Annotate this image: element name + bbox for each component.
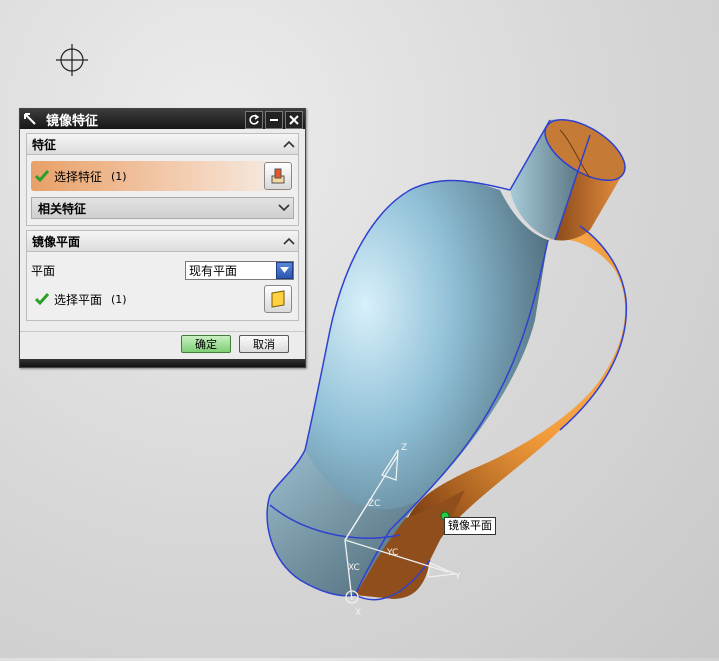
related-features-header[interactable]: 相关特征 xyxy=(31,197,294,219)
minimize-button[interactable] xyxy=(265,111,283,129)
axis-label-yc: YC xyxy=(386,548,398,558)
check-icon xyxy=(35,293,49,306)
plane-icon xyxy=(271,290,285,308)
mirror-feature-dialog: 镜像特征 特征 选择特征 (1) 相关特征 镜像平面 平面 现有平面 选择平面 … xyxy=(19,108,306,368)
plane-label: 平面 xyxy=(31,263,56,278)
axis-label-z: Z xyxy=(401,443,407,453)
select-plane-row[interactable]: 选择平面 (1) xyxy=(31,284,294,314)
feature-selection-icon xyxy=(271,168,285,184)
chevron-up-icon[interactable] xyxy=(280,135,298,153)
dialog-button-bar: 确定 取消 xyxy=(20,331,305,356)
feature-section-title: 特征 xyxy=(32,137,57,152)
plane-type-value: 现有平面 xyxy=(189,263,238,278)
ok-button[interactable]: 确定 xyxy=(181,335,231,353)
mirror-plane-tooltip: 镜像平面 xyxy=(444,517,496,535)
select-plane-count: (1) xyxy=(111,292,127,306)
axis-label-y: Y xyxy=(454,572,461,582)
select-feature-row[interactable]: 选择特征 (1) xyxy=(31,161,294,191)
close-icon xyxy=(289,115,299,125)
select-feature-button[interactable] xyxy=(264,162,292,190)
minimize-icon xyxy=(270,119,278,121)
close-button[interactable] xyxy=(285,111,303,129)
feature-section-body: 选择特征 (1) 相关特征 xyxy=(26,155,299,226)
axis-label-x: X xyxy=(355,608,361,618)
feature-section-header[interactable]: 特征 xyxy=(26,133,299,155)
chevron-up-icon[interactable] xyxy=(280,232,298,250)
reset-icon xyxy=(249,114,260,125)
mirror-plane-section-title: 镜像平面 xyxy=(32,234,81,249)
dialog-footer xyxy=(20,359,305,367)
plane-type-select[interactable]: 现有平面 xyxy=(185,260,294,280)
mirror-plane-section-header[interactable]: 镜像平面 xyxy=(26,230,299,252)
dialog-title: 镜像特征 xyxy=(46,113,99,129)
check-icon xyxy=(35,170,49,183)
cancel-button[interactable]: 取消 xyxy=(239,335,289,353)
axis-label-zc: ZC xyxy=(368,499,380,509)
reset-button[interactable] xyxy=(245,111,263,129)
select-plane-label: 选择平面 xyxy=(54,292,103,307)
mirror-plane-section-body: 平面 现有平面 选择平面 (1) xyxy=(26,252,299,321)
dialog-titlebar[interactable]: 镜像特征 xyxy=(20,109,305,129)
select-feature-label: 选择特征 xyxy=(54,169,103,184)
select-plane-button[interactable] xyxy=(264,285,292,313)
related-features-label: 相关特征 xyxy=(38,201,87,216)
select-feature-count: (1) xyxy=(111,169,127,183)
crosshair-cursor-icon xyxy=(56,44,88,76)
chevron-down-icon[interactable] xyxy=(275,199,293,217)
cursor-arrow-icon xyxy=(20,109,40,129)
dropdown-arrow-icon[interactable] xyxy=(276,261,293,279)
axis-label-xc: XC xyxy=(348,563,360,573)
